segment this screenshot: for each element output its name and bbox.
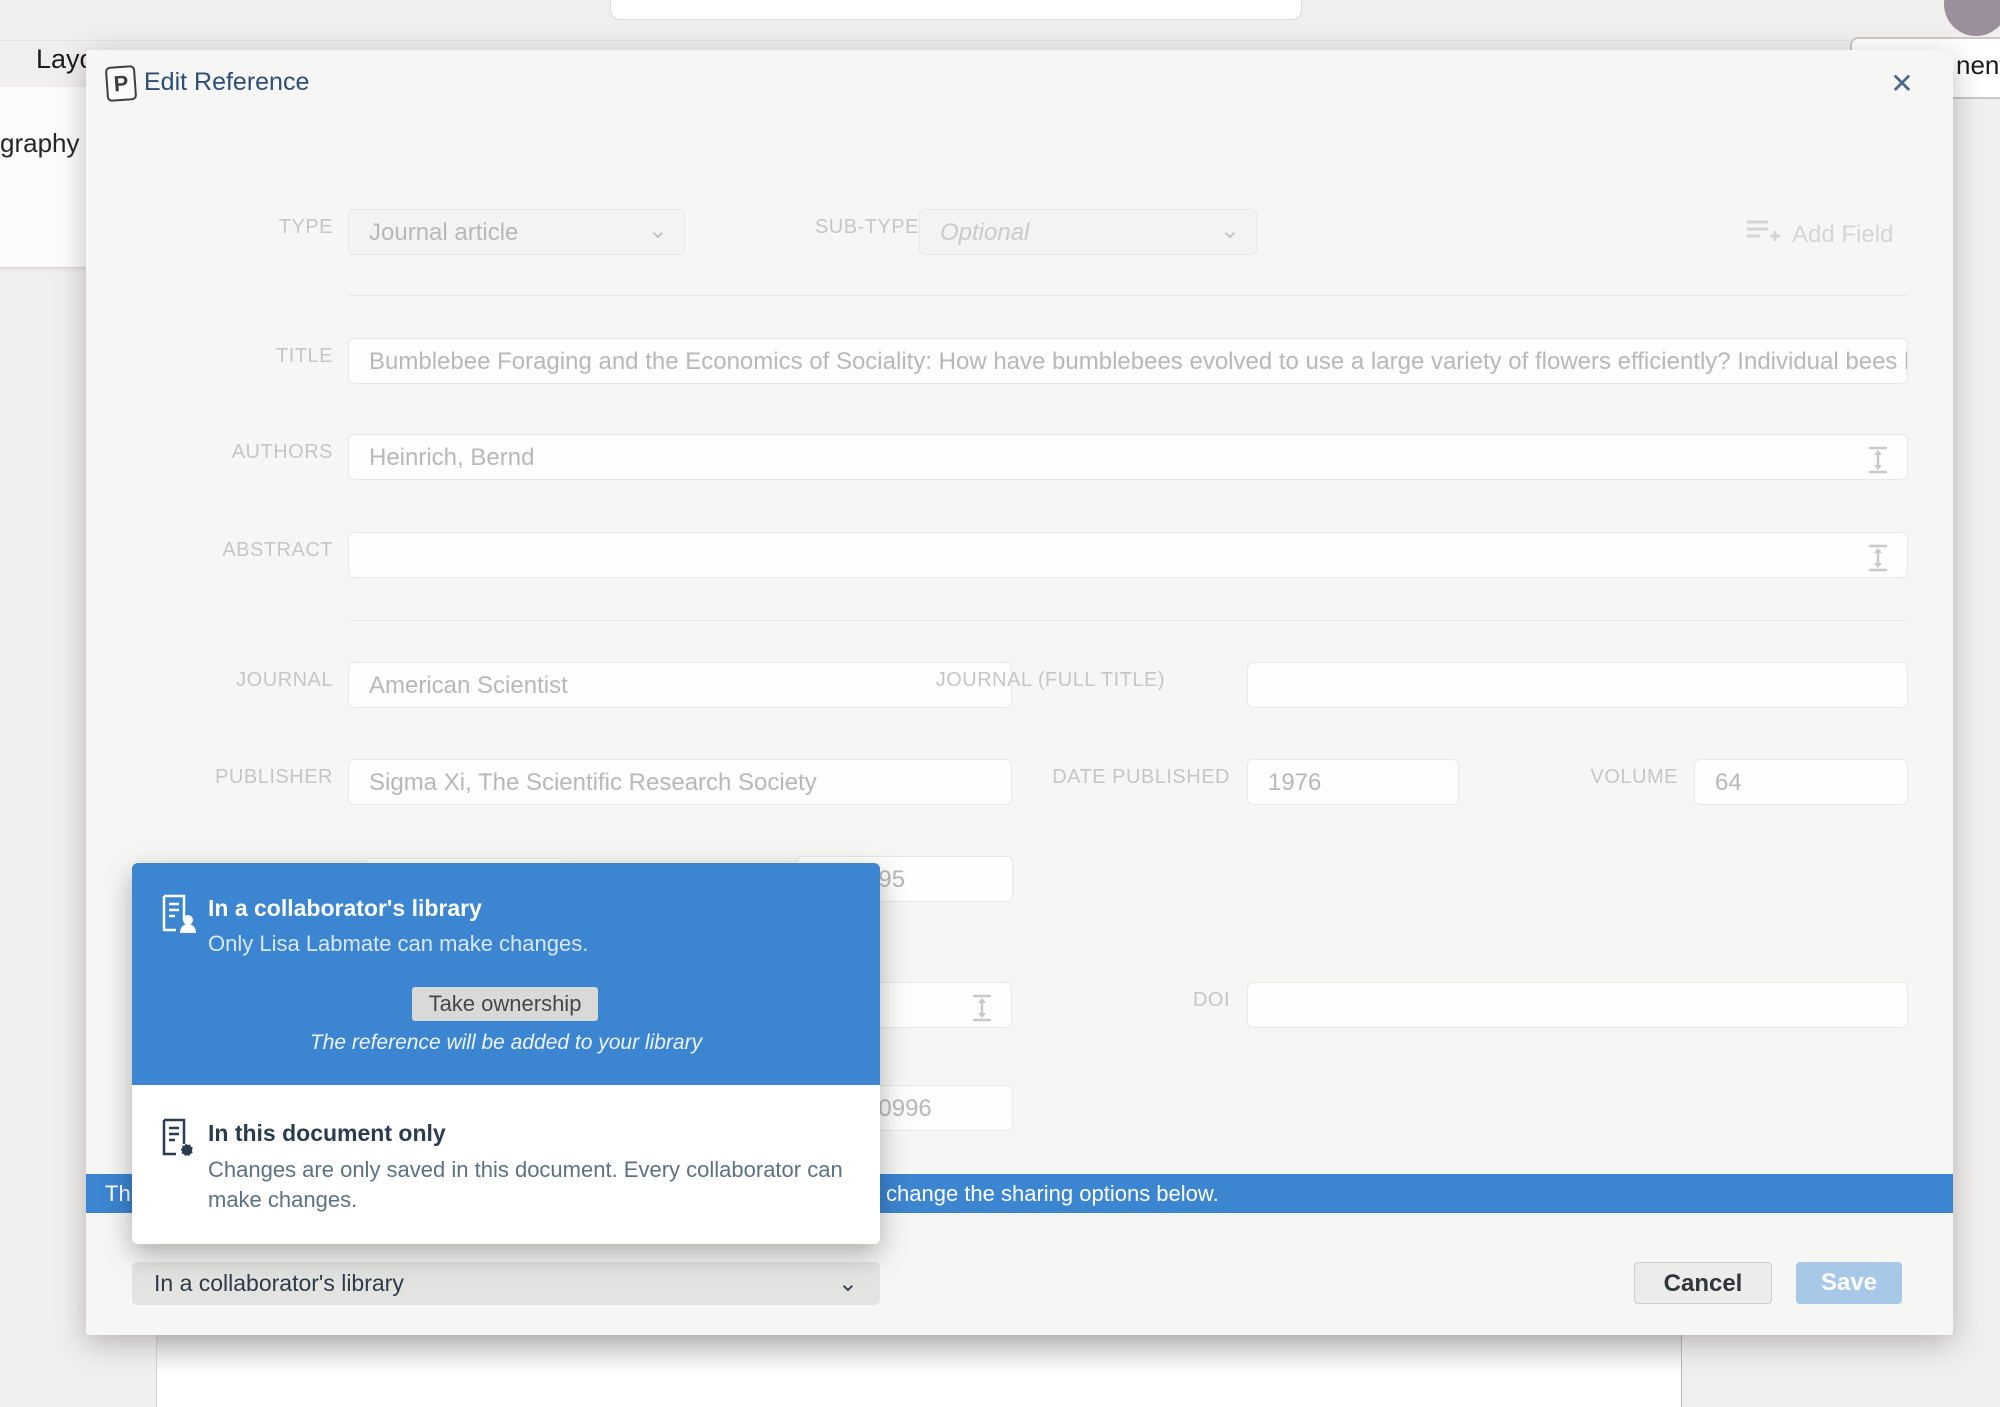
date-published-value: 1976 xyxy=(1268,769,1321,796)
doi-label: DOI xyxy=(1030,989,1230,1012)
authors-input[interactable]: Heinrich, Bernd xyxy=(348,434,1908,480)
authors-label: AUTHORS xyxy=(133,441,333,464)
resize-vertical-icon[interactable] xyxy=(1867,542,1889,570)
resize-vertical-icon[interactable] xyxy=(1867,444,1889,472)
journal-full-title-input[interactable] xyxy=(1247,662,1908,708)
subtype-select[interactable]: Optional ⌄ xyxy=(919,209,1257,255)
date-published-input[interactable]: 1976 xyxy=(1247,759,1459,805)
chevron-down-icon: ⌄ xyxy=(838,1262,858,1305)
ribbon-divider xyxy=(0,40,2000,41)
authors-value: Heinrich, Bernd xyxy=(369,444,534,471)
add-field-label: Add Field xyxy=(1792,221,1893,249)
title-label: TITLE xyxy=(133,345,333,368)
sharing-options-value: In a collaborator's library xyxy=(154,1270,404,1296)
chevron-down-icon: ⌄ xyxy=(648,210,668,252)
toolbar-search-box[interactable] xyxy=(610,0,1302,20)
option-body: Changes are only saved in this document.… xyxy=(208,1155,878,1215)
option-note: The reference will be added to your libr… xyxy=(132,1031,880,1055)
sharing-options-popup: In a collaborator's library Only Lisa La… xyxy=(132,863,880,1244)
journal-full-title-label: JOURNAL (FULL TITLE) xyxy=(925,669,1165,692)
playlist-add-icon xyxy=(1746,218,1780,251)
volume-input[interactable]: 64 xyxy=(1694,759,1908,805)
option-subtitle: Only Lisa Labmate can make changes. xyxy=(208,931,588,957)
abstract-label: ABSTRACT xyxy=(133,539,333,562)
option-collaborator-library[interactable]: In a collaborator's library Only Lisa La… xyxy=(132,863,880,1085)
volume-value: 64 xyxy=(1715,769,1742,796)
title-input[interactable]: Bumblebee Foraging and the Economics of … xyxy=(348,338,1908,384)
dialog-title: Edit Reference xyxy=(144,68,309,97)
section-divider xyxy=(348,295,1908,296)
avatar[interactable] xyxy=(1944,0,2000,36)
type-select[interactable]: Journal article ⌄ xyxy=(348,209,685,255)
resize-vertical-icon[interactable] xyxy=(971,992,993,1020)
abstract-input[interactable] xyxy=(348,532,1908,578)
topright-button-label: nent xyxy=(1956,50,2000,81)
add-field-button[interactable]: Add Field xyxy=(1746,218,1893,251)
type-value: Journal article xyxy=(369,219,518,246)
option-title: In this document only xyxy=(208,1120,446,1147)
journal-value: American Scientist xyxy=(369,672,568,699)
sidebar-item-bibliography[interactable]: graphy xyxy=(0,128,80,159)
document-person-icon xyxy=(160,893,198,938)
document-dot-icon xyxy=(160,1117,198,1162)
cancel-button[interactable]: Cancel xyxy=(1634,1262,1772,1304)
banner-text-right: change the sharing options below. xyxy=(886,1174,1219,1213)
sharing-options-select[interactable]: In a collaborator's library ⌄ xyxy=(132,1262,880,1305)
subtype-label: SUB-TYPE xyxy=(719,216,919,239)
publisher-value: Sigma Xi, The Scientific Research Societ… xyxy=(369,769,817,796)
close-icon[interactable]: ✕ xyxy=(1882,64,1922,104)
banner-text-left: Thi xyxy=(105,1174,136,1213)
title-value: Bumblebee Foraging and the Economics of … xyxy=(369,348,1908,375)
document-page xyxy=(156,1335,1682,1407)
subtype-placeholder: Optional xyxy=(940,219,1029,246)
type-label: TYPE xyxy=(133,216,333,239)
date-published-label: DATE PUBLISHED xyxy=(1030,766,1230,789)
section-divider xyxy=(348,620,1908,621)
doi-input[interactable] xyxy=(1247,982,1908,1028)
option-title: In a collaborator's library xyxy=(208,895,482,922)
left-sidebar-panel xyxy=(0,87,92,268)
volume-label: VOLUME xyxy=(1478,766,1678,789)
journal-input[interactable]: American Scientist xyxy=(348,662,1012,708)
publisher-input[interactable]: Sigma Xi, The Scientific Research Societ… xyxy=(348,759,1012,805)
journal-label: JOURNAL xyxy=(133,669,333,692)
take-ownership-button[interactable]: Take ownership xyxy=(412,987,598,1021)
save-button[interactable]: Save xyxy=(1796,1262,1902,1304)
option-document-only[interactable]: In this document only Changes are only s… xyxy=(132,1085,880,1244)
chevron-down-icon: ⌄ xyxy=(1220,210,1240,252)
publisher-label: PUBLISHER xyxy=(133,766,333,789)
paperpile-logo-icon: P xyxy=(105,65,137,102)
